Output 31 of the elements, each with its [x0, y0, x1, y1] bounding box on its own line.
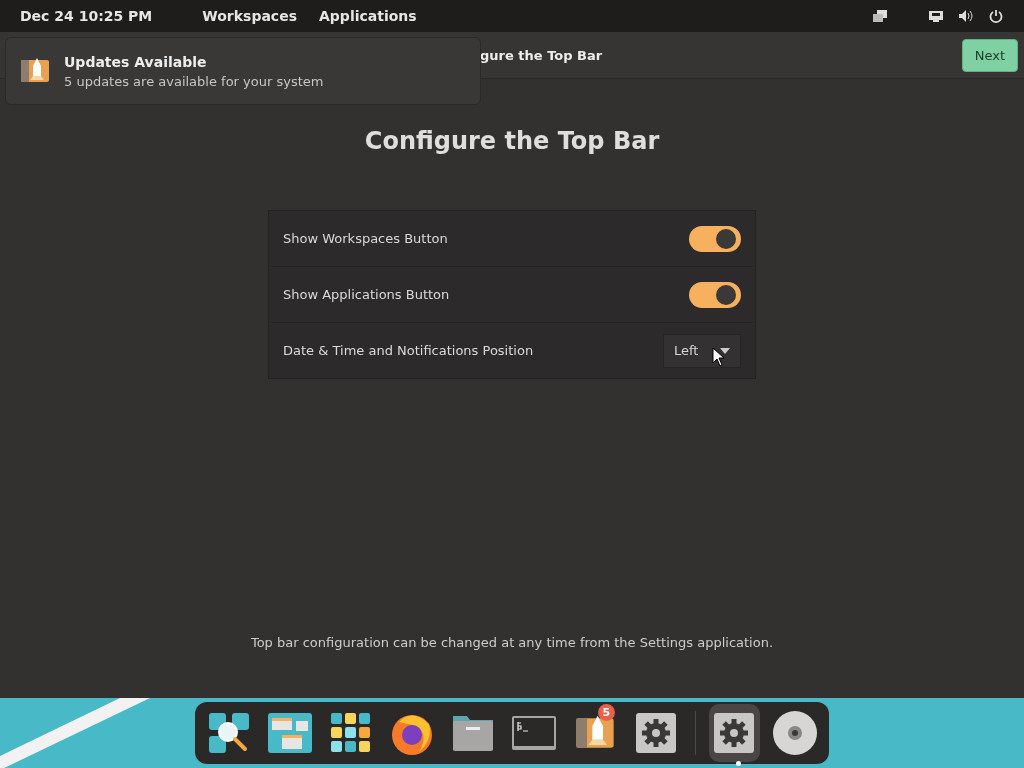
notification-body: 5 updates are available for your system: [64, 73, 324, 89]
notification-title: Updates Available: [64, 53, 208, 70]
setting-label: Show Applications Button: [283, 287, 450, 302]
folder-icon: [452, 713, 494, 753]
ethernet-icon[interactable]: [928, 9, 944, 23]
cursor-icon: [712, 346, 726, 367]
disc-icon: [772, 710, 819, 756]
windows-icon[interactable]: [872, 9, 888, 23]
page-heading: Configure the Top Bar: [364, 127, 660, 155]
setting-label: Show Workspaces Button: [283, 231, 448, 246]
notification[interactable]: Updates Available 5 updates are available for your system: [5, 37, 481, 105]
next-button[interactable]: Next: [961, 38, 1018, 72]
search-icon: [206, 711, 251, 755]
power-icon[interactable]: [988, 9, 1004, 23]
app-grid-icon: [330, 713, 371, 753]
clock[interactable]: Dec 24 10:25 PM: [20, 8, 153, 24]
gear-icon: [714, 713, 755, 753]
top-bar-menu[interactable]: Workspaces: [202, 8, 297, 24]
running-dot: [735, 761, 741, 766]
top-bar-menu[interactable]: Applications: [319, 8, 417, 24]
terminal-icon: [512, 716, 557, 750]
setting-label: Date & Time and Notifications Position: [283, 343, 534, 358]
footnote: Top bar configuration can be changed at any time from the Settings application.: [250, 635, 774, 650]
toggle-switch[interactable]: [689, 281, 741, 308]
windows-icon: [267, 713, 312, 753]
window-title: gure the Top Bar: [480, 47, 603, 63]
caret-icon: [720, 347, 730, 354]
volume-icon[interactable]: [958, 9, 974, 23]
position-dropdown[interactable]: Left: [663, 333, 741, 368]
toggle-switch[interactable]: [689, 225, 741, 252]
gear-icon: [636, 713, 677, 753]
